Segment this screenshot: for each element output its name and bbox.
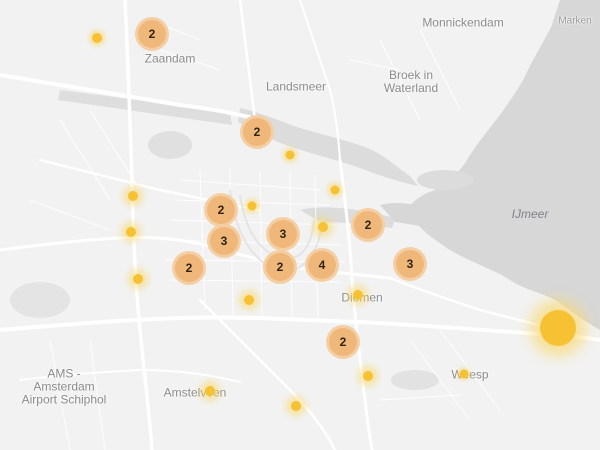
map-cluster[interactable]: 2 bbox=[243, 118, 271, 146]
map-point-1[interactable] bbox=[92, 33, 102, 43]
map-cluster[interactable]: 2 bbox=[207, 196, 235, 224]
map-cluster[interactable]: 3 bbox=[210, 227, 238, 255]
water-lake-3 bbox=[391, 370, 439, 390]
label-amstelveen: Amstelveen bbox=[163, 385, 227, 400]
map-cluster[interactable]: 4 bbox=[308, 251, 336, 279]
label-weesp: Weesp bbox=[451, 367, 489, 382]
label-broek-in-waterland: Broek in Waterland bbox=[383, 68, 439, 95]
water-lake-2 bbox=[148, 131, 192, 159]
label-airport-schiphol: AMS - Amsterdam Airport Schiphol bbox=[21, 366, 107, 407]
map-point-3[interactable] bbox=[330, 185, 340, 195]
label-monnickendam: Monnickendam bbox=[422, 15, 504, 30]
map-point-12[interactable] bbox=[459, 369, 469, 379]
map-point-14[interactable] bbox=[291, 401, 301, 411]
map-cluster[interactable]: 2 bbox=[138, 20, 166, 48]
map-view[interactable]: Zaandam Landsmeer Monnickendam Marken Br… bbox=[0, 0, 600, 450]
map-point-9[interactable] bbox=[244, 295, 254, 305]
water-lake-4 bbox=[10, 282, 70, 318]
map-point-8[interactable] bbox=[133, 274, 143, 284]
label-ijmeer: IJmeer bbox=[511, 207, 549, 221]
map-point-2[interactable] bbox=[285, 150, 295, 160]
label-marken: Marken bbox=[558, 15, 592, 27]
map-point-5[interactable] bbox=[247, 201, 257, 211]
map-point-15[interactable] bbox=[540, 310, 576, 346]
map-point-7[interactable] bbox=[318, 222, 328, 232]
water-lake-1 bbox=[417, 170, 473, 190]
map-point-10[interactable] bbox=[353, 290, 363, 300]
map-point-4[interactable] bbox=[128, 191, 138, 201]
map-cluster[interactable]: 2 bbox=[329, 328, 357, 356]
map-point-6[interactable] bbox=[126, 227, 136, 237]
map-cluster[interactable]: 3 bbox=[396, 250, 424, 278]
map-point-11[interactable] bbox=[363, 371, 373, 381]
map-cluster[interactable]: 2 bbox=[266, 253, 294, 281]
map-cluster[interactable]: 2 bbox=[354, 211, 382, 239]
map-cluster[interactable]: 3 bbox=[269, 220, 297, 248]
label-landsmeer: Landsmeer bbox=[265, 79, 327, 94]
map-cluster[interactable]: 2 bbox=[175, 254, 203, 282]
label-zaandam: Zaandam bbox=[144, 51, 196, 66]
map-point-13[interactable] bbox=[205, 386, 215, 396]
